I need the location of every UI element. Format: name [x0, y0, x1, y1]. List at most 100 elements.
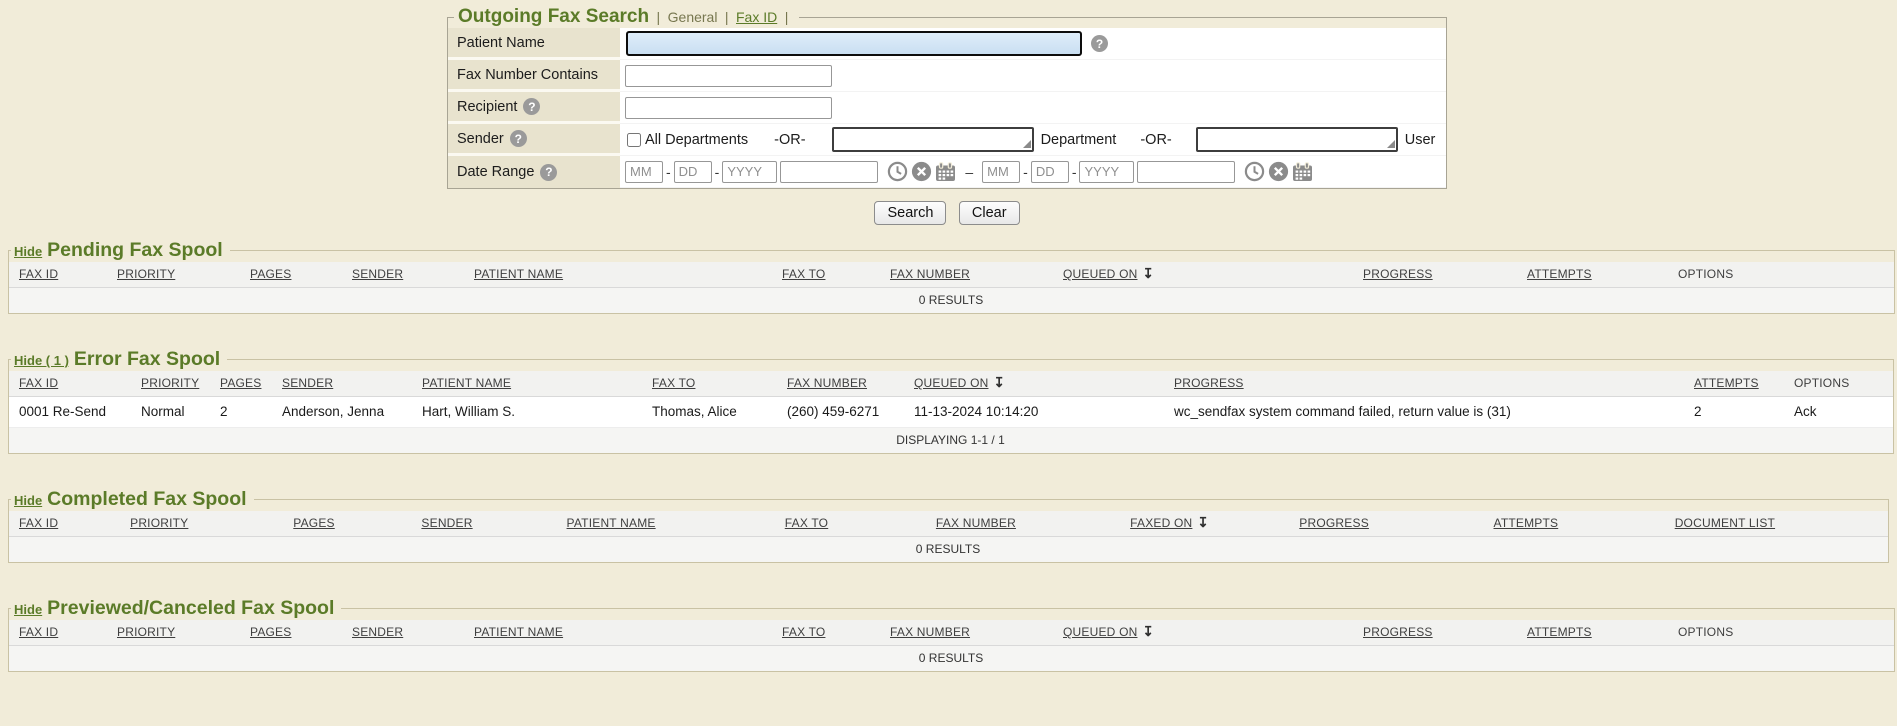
sort-descending-icon: ↧ [1142, 266, 1153, 282]
section-title: Previewed/Canceled Fax Spool [47, 597, 334, 619]
sender-column-header[interactable]: SENDER [352, 267, 403, 281]
help-icon[interactable]: ? [523, 98, 540, 115]
patient-name-row: Patient Name ? [448, 28, 1446, 60]
fax-number-column-header[interactable]: FAX NUMBER [890, 625, 970, 639]
queued-on-column-header[interactable]: QUEUED ON [1063, 625, 1137, 639]
fax-id-column-header[interactable]: FAX ID [19, 625, 58, 639]
user-input[interactable] [1196, 127, 1398, 152]
fax-spool-sections: HidePending Fax SpoolFAX IDPRIORITYPAGES… [0, 239, 1897, 672]
to-year-input[interactable] [1079, 161, 1134, 183]
to-day-input[interactable] [1031, 161, 1069, 183]
pages-column-header[interactable]: PAGES [293, 516, 334, 530]
from-year-input[interactable] [722, 161, 777, 183]
department-combo-grip [832, 127, 1034, 152]
attempts-column-header[interactable]: ATTEMPTS [1494, 516, 1559, 530]
queued-on-column-header[interactable]: QUEUED ON [1063, 267, 1137, 281]
priority-column-header[interactable]: PRIORITY [141, 376, 199, 390]
help-icon[interactable]: ? [1091, 35, 1108, 52]
patient-name-input[interactable] [626, 31, 1082, 56]
sort-descending-icon: ↧ [1197, 515, 1208, 531]
from-calendar-icon[interactable] [935, 162, 956, 182]
from-month-input[interactable] [625, 161, 663, 183]
patient-name-column-header[interactable]: PATIENT NAME [567, 516, 656, 530]
patient-name-column-header[interactable]: PATIENT NAME [422, 376, 511, 390]
sender-label: Sender [457, 131, 504, 147]
sort-descending-icon: ↧ [1142, 624, 1153, 640]
pages-column-header[interactable]: PAGES [250, 625, 291, 639]
tab-general: General [668, 9, 718, 25]
fax-number-column-header[interactable]: FAX NUMBER [936, 516, 1016, 530]
fax-to-column-header[interactable]: FAX TO [652, 376, 695, 390]
to-time-input[interactable] [1137, 161, 1235, 183]
hide-link[interactable]: Hide [14, 493, 42, 508]
priority-column-header[interactable]: PRIORITY [130, 516, 188, 530]
sender-column-header[interactable]: SENDER [421, 516, 472, 530]
priority-column-header[interactable]: PRIORITY [117, 267, 175, 281]
help-icon[interactable]: ? [510, 130, 527, 147]
from-time-input[interactable] [780, 161, 878, 183]
fax-id-column-header[interactable]: FAX ID [19, 516, 58, 530]
cell-queued-on: 11-13-2024 10:14:20 [904, 396, 1164, 427]
queued-on-column-header[interactable]: QUEUED ON [914, 376, 988, 390]
section-previewed-canceled-fax-spool: Hide Previewed/Canceled Fax Spool FAX ID PR… [8, 597, 1895, 672]
fax-id-column-header[interactable]: FAX ID [19, 376, 58, 390]
pages-column-header[interactable]: PAGES [250, 267, 291, 281]
fax-to-column-header[interactable]: FAX TO [782, 625, 825, 639]
fax-to-column-header[interactable]: FAX TO [782, 267, 825, 281]
date-range-row: Date Range ? - - – - - [448, 156, 1446, 188]
sender-column-header[interactable]: SENDER [352, 625, 403, 639]
department-label: Department [1041, 132, 1117, 148]
cell-fax-to: Thomas, Alice [642, 396, 777, 427]
page-title: Outgoing Fax Search [458, 6, 649, 27]
cell-sender: Anderson, Jenna [272, 396, 412, 427]
faxed-on-column-header[interactable]: FAXED ON [1130, 516, 1192, 530]
tab-separator: | [725, 9, 729, 25]
fax-number-input[interactable] [625, 65, 832, 87]
hide-link[interactable]: Hide ( 1 ) [14, 353, 69, 368]
patient-name-column-header[interactable]: PATIENT NAME [474, 267, 563, 281]
to-calendar-icon[interactable] [1292, 162, 1313, 182]
fax-number-row: Fax Number Contains [448, 60, 1446, 92]
priority-column-header[interactable]: PRIORITY [117, 625, 175, 639]
from-clear-date-icon[interactable] [911, 161, 932, 182]
department-input[interactable] [832, 127, 1034, 152]
all-departments-checkbox[interactable] [627, 133, 641, 147]
sender-column-header[interactable]: SENDER [282, 376, 333, 390]
to-time-picker-icon[interactable] [1244, 161, 1265, 182]
progress-column-header[interactable]: PROGRESS [1363, 625, 1433, 639]
tab-fax-id[interactable]: Fax ID [736, 9, 777, 25]
from-day-input[interactable] [674, 161, 712, 183]
from-time-picker-icon[interactable] [887, 161, 908, 182]
cell-fax-id[interactable]: 0001 Re-Send [9, 396, 131, 427]
to-clear-date-icon[interactable] [1268, 161, 1289, 182]
cell-pages: 2 [210, 396, 272, 427]
fax-id-column-header[interactable]: FAX ID [19, 267, 58, 281]
to-month-input[interactable] [982, 161, 1020, 183]
search-button-bar: Search Clear [447, 201, 1447, 225]
attempts-column-header[interactable]: ATTEMPTS [1694, 376, 1759, 390]
progress-column-header[interactable]: PROGRESS [1363, 267, 1433, 281]
table-row: 0001 Re-SendNormal2Anderson, JennaHart, … [9, 396, 1893, 427]
cell-fax-number: (260) 459-6271 [777, 396, 904, 427]
pages-column-header[interactable]: PAGES [220, 376, 261, 390]
fax-number-column-header[interactable]: FAX NUMBER [890, 267, 970, 281]
document-list-column-header[interactable]: DOCUMENT LIST [1675, 516, 1775, 530]
recipient-input[interactable] [625, 97, 832, 119]
progress-column-header[interactable]: PROGRESS [1174, 376, 1244, 390]
section-title: Completed Fax Spool [47, 488, 246, 510]
fax-to-column-header[interactable]: FAX TO [785, 516, 828, 530]
clear-button[interactable]: Clear [959, 201, 1020, 225]
results-count: 0 RESULTS [9, 645, 1894, 671]
cell-options[interactable]: Ack [1784, 396, 1893, 427]
attempts-column-header[interactable]: ATTEMPTS [1527, 625, 1592, 639]
attempts-column-header[interactable]: ATTEMPTS [1527, 267, 1592, 281]
fax-number-column-header[interactable]: FAX NUMBER [787, 376, 867, 390]
user-combo-grip [1196, 127, 1398, 152]
patient-name-column-header[interactable]: PATIENT NAME [474, 625, 563, 639]
results-count: 0 RESULTS [9, 287, 1894, 313]
help-icon[interactable]: ? [540, 164, 557, 181]
hide-link[interactable]: Hide [14, 602, 42, 617]
search-button[interactable]: Search [874, 201, 946, 225]
hide-link[interactable]: Hide [14, 244, 42, 259]
progress-column-header[interactable]: PROGRESS [1299, 516, 1369, 530]
